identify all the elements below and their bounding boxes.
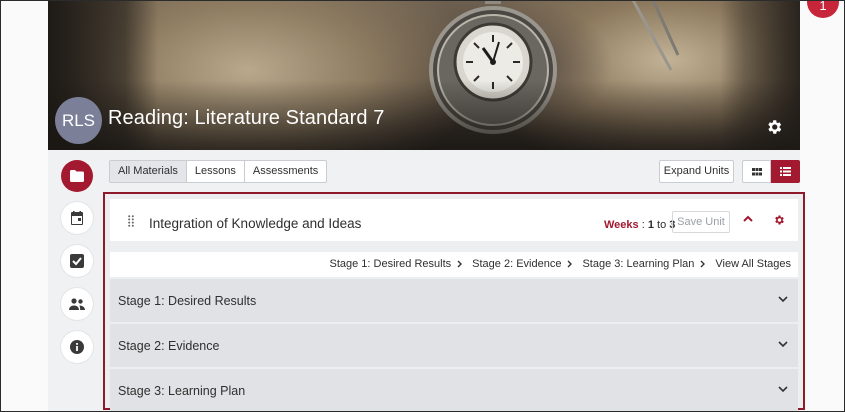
calendar-icon (71, 211, 83, 225)
stage-link-evidence[interactable]: Stage 2: Evidence (472, 258, 561, 270)
save-unit-button[interactable]: Save Unit (672, 211, 730, 233)
grid-view-button[interactable] (742, 160, 771, 183)
course-title: Reading: Literature Standard 7 (108, 107, 385, 129)
stage-row-desired-results[interactable]: Stage 1: Desired Results (110, 279, 798, 322)
rail-people-button[interactable] (61, 288, 93, 320)
expand-units-button[interactable]: Expand Units (659, 160, 734, 183)
grid-icon (751, 167, 762, 175)
list-icon (780, 167, 791, 176)
tab-lessons[interactable]: Lessons (187, 161, 245, 182)
folder-icon (70, 170, 84, 182)
unit-card: Integration of Knowledge and Ideas Weeks… (103, 192, 805, 412)
info-icon (70, 340, 84, 354)
course-avatar: RLS (55, 97, 102, 144)
chevron-down-icon (778, 296, 788, 303)
stage-link-learning-plan[interactable]: Stage 3: Learning Plan (582, 258, 694, 270)
chevron-right-icon (700, 258, 706, 270)
drag-handle-icon[interactable] (128, 215, 134, 227)
chevron-right-icon (457, 258, 463, 270)
stage-label: Stage 2: Evidence (118, 339, 220, 353)
course-settings-gear-icon[interactable] (765, 118, 783, 136)
chevron-down-icon (778, 341, 788, 348)
list-view-button[interactable] (771, 160, 800, 183)
unit-settings-gear-icon[interactable] (773, 214, 785, 226)
left-margin (0, 0, 48, 412)
unit-header: Integration of Knowledge and Ideas Weeks… (110, 199, 798, 241)
rail-info-button[interactable] (61, 331, 93, 363)
chevron-up-icon[interactable] (743, 215, 753, 223)
stage-label: Stage 3: Learning Plan (118, 384, 246, 398)
tab-assessments[interactable]: Assessments (245, 161, 326, 182)
material-filter-tabs: All Materials Lessons Assessments (109, 160, 328, 183)
people-icon (69, 298, 85, 310)
stage-link-desired-results[interactable]: Stage 1: Desired Results (329, 258, 451, 270)
unit-title: Integration of Knowledge and Ideas (149, 216, 362, 231)
stage-navigation: Stage 1: Desired Results Stage 2: Eviden… (110, 252, 798, 277)
rail-calendar-button[interactable] (61, 202, 93, 234)
unit-weeks: Weeks : 1 to 3 (604, 219, 676, 231)
chevron-right-icon (567, 258, 573, 270)
rail-materials-button[interactable] (61, 160, 93, 192)
right-margin (800, 0, 845, 412)
stage-row-learning-plan[interactable]: Stage 3: Learning Plan (110, 369, 798, 412)
weeks-label: Weeks (604, 219, 639, 231)
rail-assessments-button[interactable] (61, 245, 93, 277)
chevron-down-icon (778, 386, 788, 393)
view-all-stages-link[interactable]: View All Stages (715, 258, 791, 270)
stage-row-evidence[interactable]: Stage 2: Evidence (110, 324, 798, 367)
tab-all-materials[interactable]: All Materials (110, 161, 187, 182)
compass-image (631, 0, 680, 71)
stage-label: Stage 1: Desired Results (118, 294, 257, 308)
checkbox-icon (70, 254, 84, 268)
